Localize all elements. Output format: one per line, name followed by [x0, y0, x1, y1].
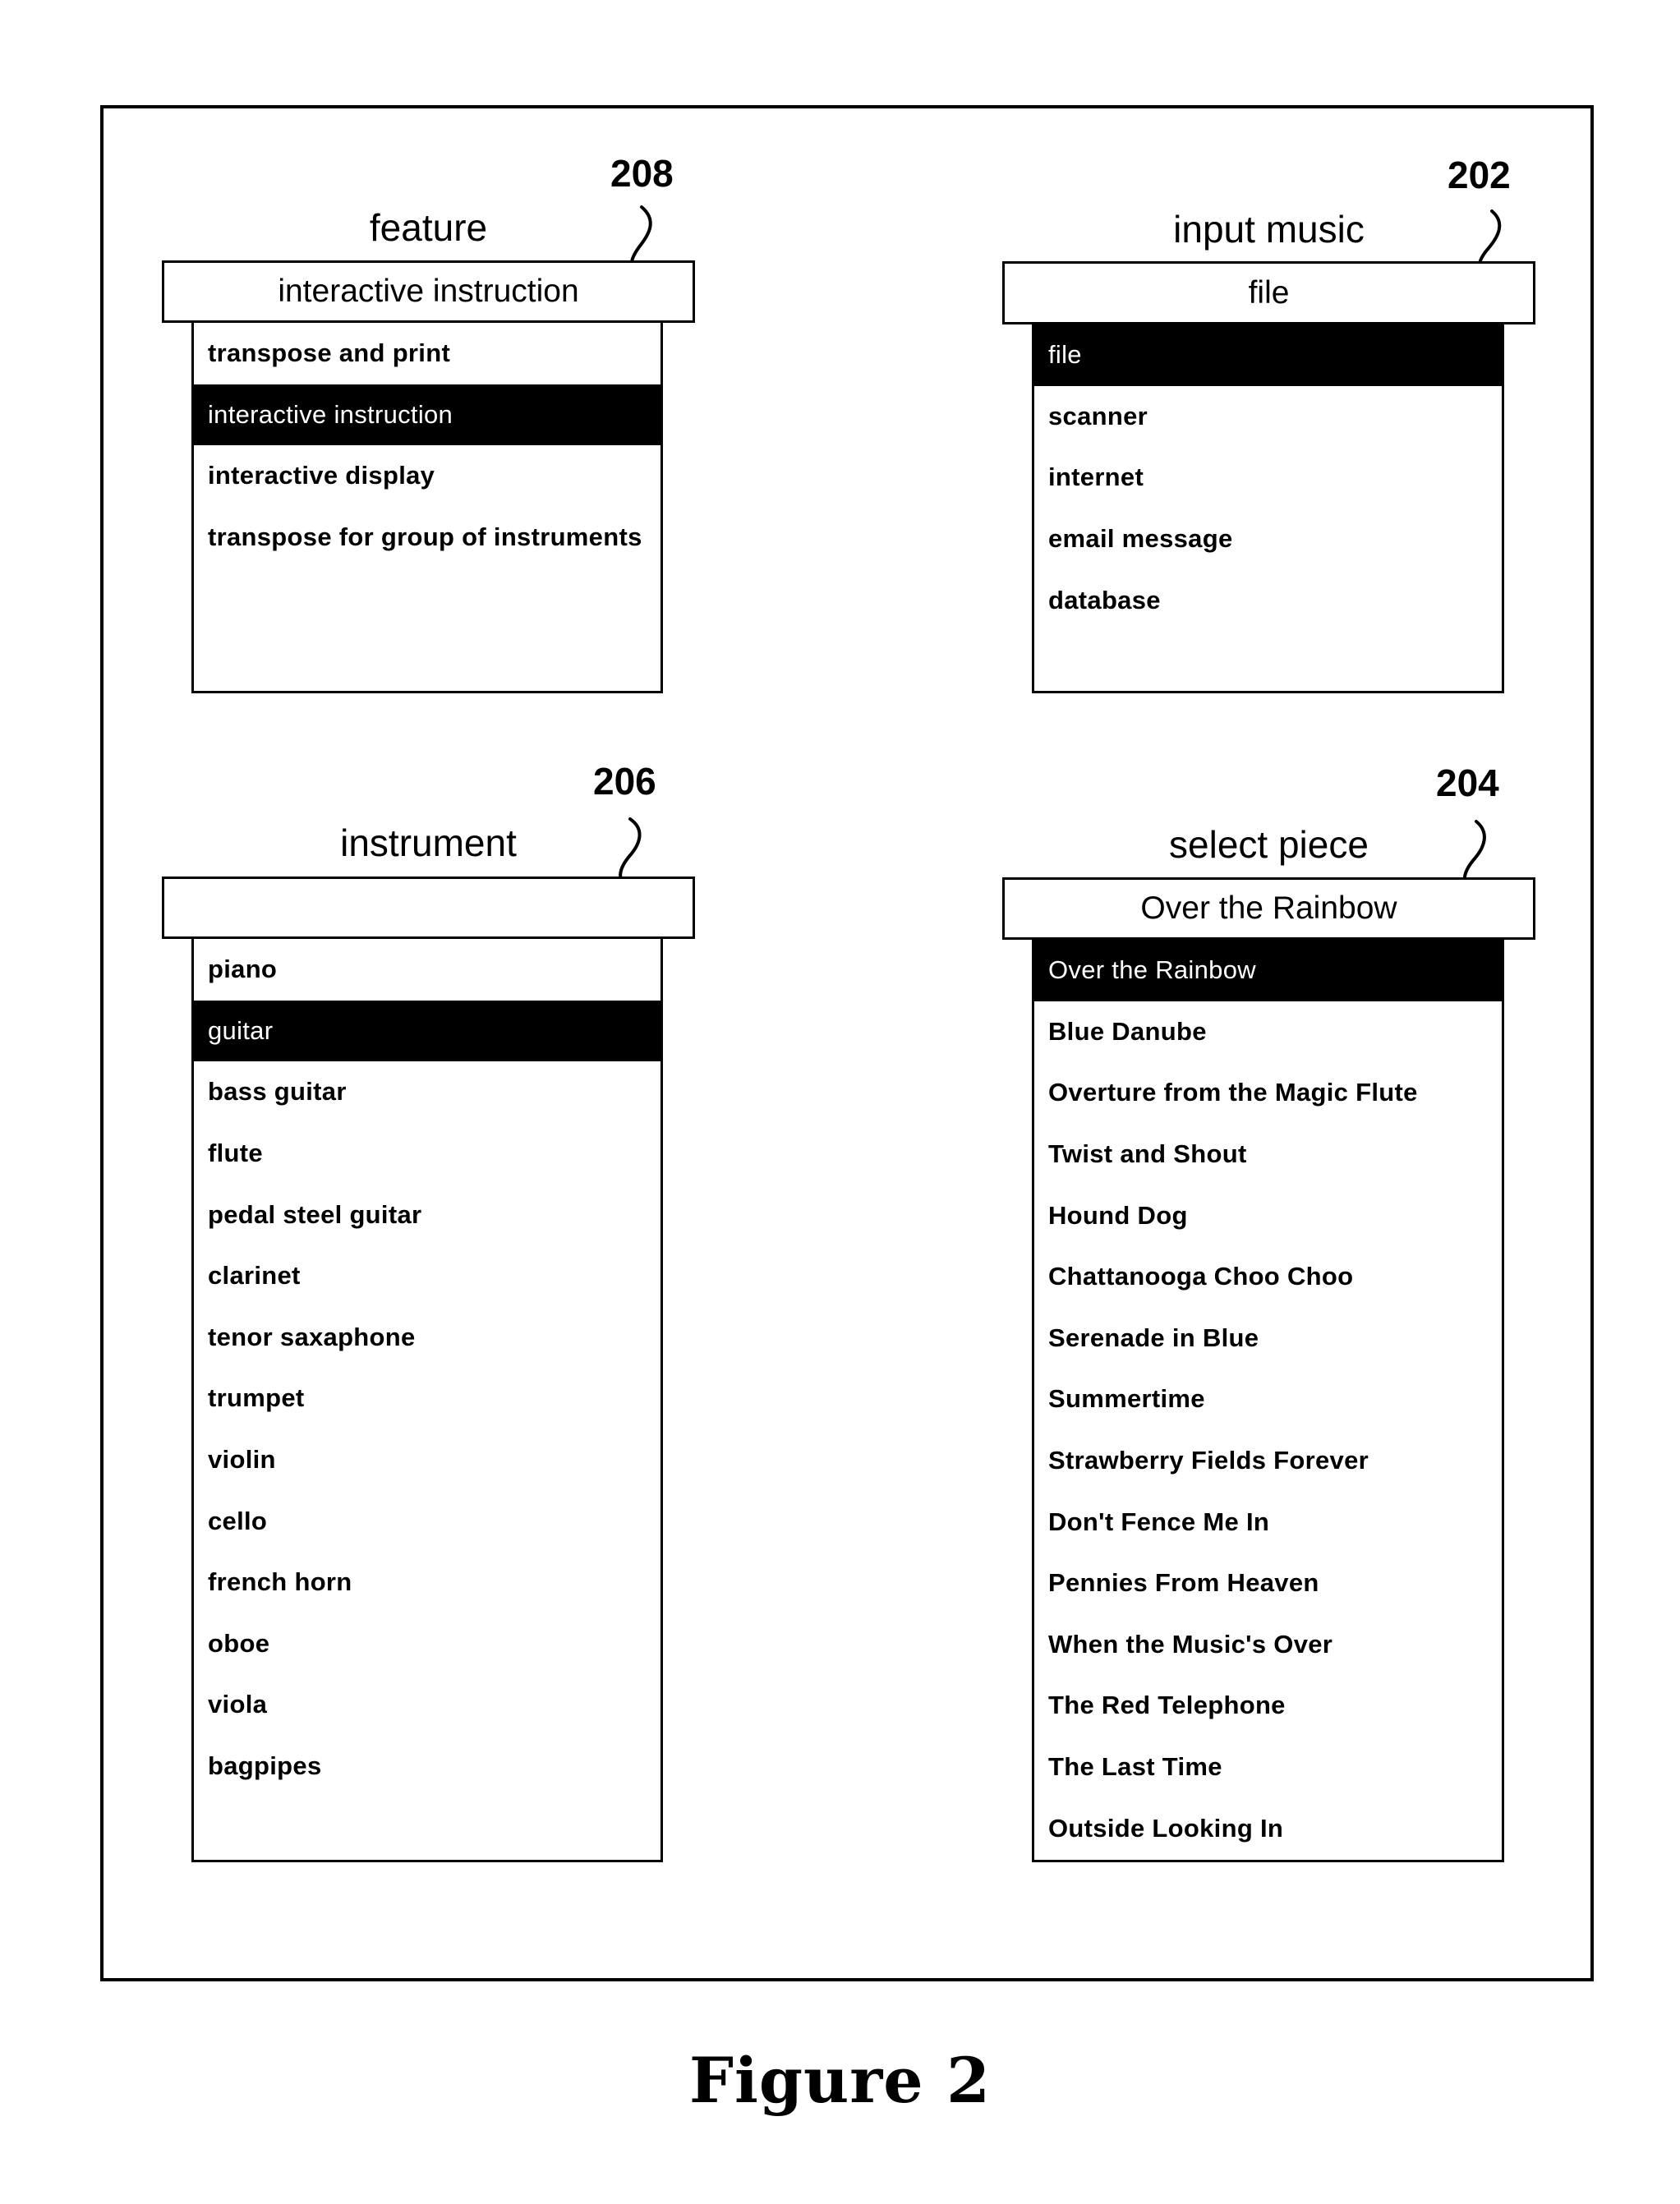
- figure-caption: Figure 2: [689, 2044, 991, 2117]
- list-item[interactable]: Chattanooga Choo Choo: [1034, 1246, 1502, 1308]
- list-item-label: Over the Rainbow: [1048, 955, 1256, 985]
- select-piece-label: select piece: [1169, 823, 1369, 866]
- select-piece-combo-box[interactable]: Over the Rainbow: [1002, 877, 1535, 940]
- list-item-label: Strawberry Fields Forever: [1048, 1446, 1369, 1475]
- list-item-label: Overture from the Magic Flute: [1048, 1078, 1418, 1107]
- list-item-label: Blue Danube: [1048, 1016, 1207, 1046]
- list-item-label: Twist and Shout: [1048, 1139, 1247, 1169]
- list-item[interactable]: Serenade in Blue: [1034, 1308, 1502, 1369]
- list-item[interactable]: Hound Dog: [1034, 1185, 1502, 1246]
- list-item[interactable]: Outside Looking In: [1034, 1797, 1502, 1859]
- list-item-label: Hound Dog: [1048, 1200, 1188, 1230]
- list-item[interactable]: Pennies From Heaven: [1034, 1553, 1502, 1614]
- list-item-label: Chattanooga Choo Choo: [1048, 1262, 1354, 1291]
- list-item[interactable]: Blue Danube: [1034, 1001, 1502, 1063]
- list-item[interactable]: Twist and Shout: [1034, 1124, 1502, 1185]
- list-item-label: The Red Telephone: [1048, 1691, 1286, 1720]
- list-item[interactable]: Overture from the Magic Flute: [1034, 1062, 1502, 1124]
- select-piece-list[interactable]: Over the Rainbow Blue Danube Overture from…: [1032, 940, 1504, 1862]
- list-item[interactable]: Don't Fence Me In: [1034, 1491, 1502, 1553]
- list-item-label: Serenade in Blue: [1048, 1323, 1259, 1352]
- list-item[interactable]: The Last Time: [1034, 1737, 1502, 1798]
- list-item-label: When the Music's Over: [1048, 1629, 1333, 1659]
- list-item[interactable]: Strawberry Fields Forever: [1034, 1430, 1502, 1492]
- select-piece-combo-value: Over the Rainbow: [1140, 890, 1397, 926]
- list-item-label: Pennies From Heaven: [1048, 1568, 1319, 1598]
- list-item[interactable]: When the Music's Over: [1034, 1614, 1502, 1676]
- list-item-label: Summertime: [1048, 1384, 1205, 1414]
- list-item[interactable]: Summertime: [1034, 1369, 1502, 1430]
- list-item-selected[interactable]: Over the Rainbow: [1034, 940, 1502, 1001]
- list-item[interactable]: The Red Telephone: [1034, 1675, 1502, 1737]
- list-item-label: Outside Looking In: [1048, 1813, 1284, 1843]
- list-item-label: The Last Time: [1048, 1752, 1222, 1782]
- list-item-label: Don't Fence Me In: [1048, 1507, 1270, 1536]
